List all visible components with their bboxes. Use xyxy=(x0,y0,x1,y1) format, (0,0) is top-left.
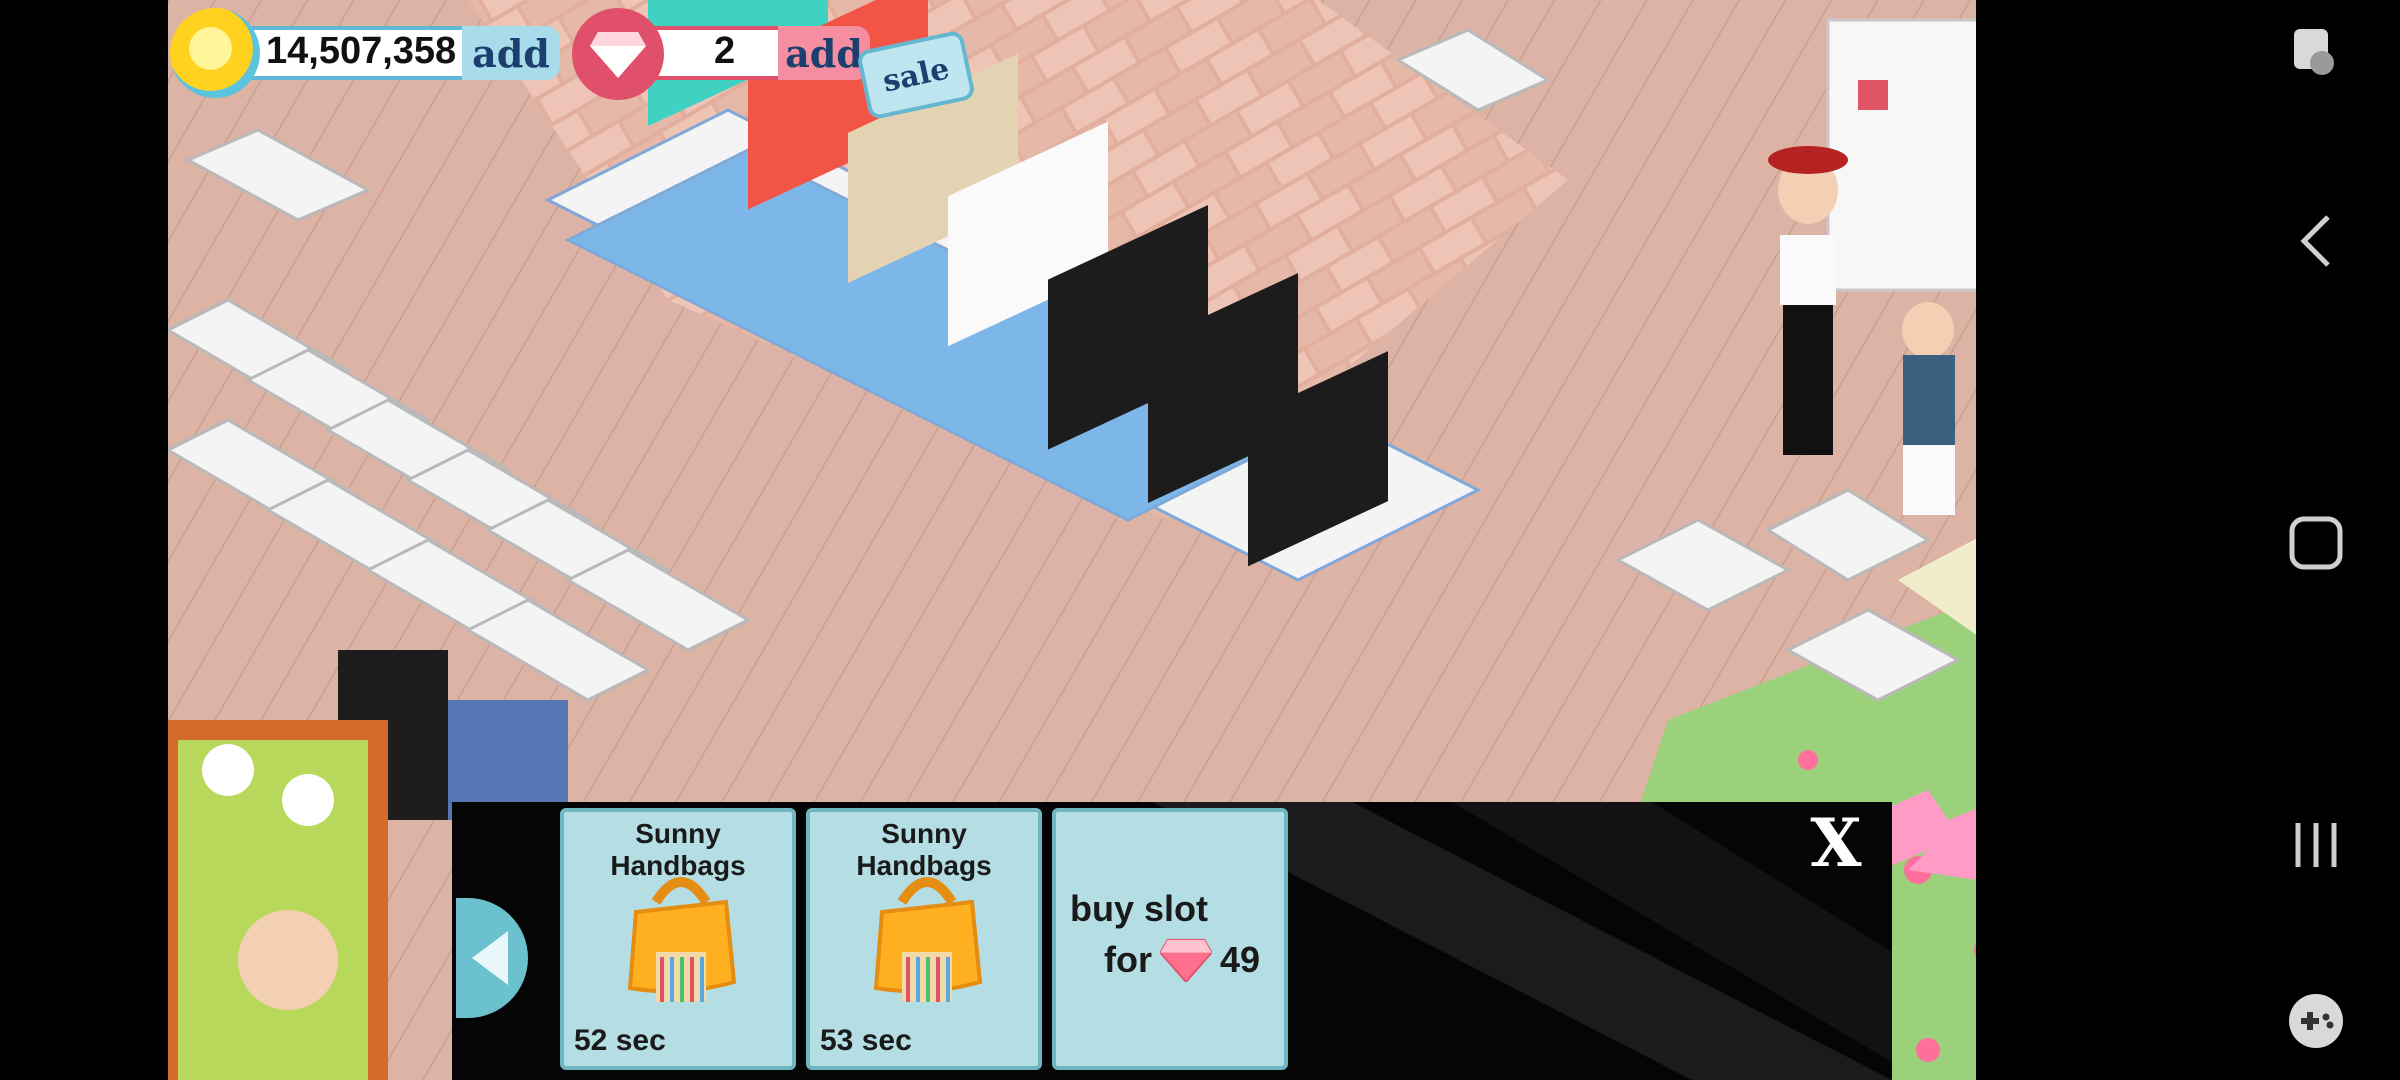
sale-label: sale xyxy=(879,50,953,100)
handbag-icon xyxy=(627,877,737,1002)
close-tray-button[interactable]: X xyxy=(1796,804,1876,882)
touch-lock-icon xyxy=(2294,29,2334,75)
buy-slot-label: buy slot xyxy=(1070,888,1209,929)
buy-slot-button[interactable]: buy slot for 49 xyxy=(1052,808,1288,1070)
game-tools-button[interactable] xyxy=(2256,966,2376,1076)
game-tools-icon xyxy=(2289,994,2343,1048)
handbag-icon xyxy=(873,877,983,1002)
slot-timer: 53 sec xyxy=(820,1024,912,1057)
production-slot[interactable]: Sunny Handbags 52 sec xyxy=(560,808,796,1070)
gem-icon xyxy=(572,8,664,100)
recents-button[interactable] xyxy=(2256,790,2376,900)
add-gems-label: add xyxy=(785,30,863,76)
system-nav-bar xyxy=(1976,0,2400,1080)
add-coins-button[interactable]: add xyxy=(462,26,560,80)
back-button[interactable] xyxy=(2256,186,2376,296)
arrow-left-icon xyxy=(472,931,508,985)
buy-slot-for-text: for xyxy=(1104,939,1152,980)
add-coins-label: add xyxy=(472,30,550,76)
close-icon: X xyxy=(1810,804,1862,882)
coin-icon xyxy=(170,8,260,98)
buy-slot-price: 49 xyxy=(1220,939,1261,980)
coin-amount: 14,507,358 xyxy=(266,30,457,72)
gem-icon xyxy=(1160,938,1212,982)
production-slot[interactable]: Sunny Handbags 53 sec xyxy=(806,808,1042,1070)
recents-icon xyxy=(2295,823,2337,867)
back-icon xyxy=(2300,215,2330,267)
buy-slot-price-row: for 49 xyxy=(1104,938,1260,982)
home-button[interactable] xyxy=(2256,488,2376,598)
touch-lock-button[interactable] xyxy=(2256,0,2376,110)
add-gems-button[interactable]: add xyxy=(778,26,870,80)
slot-timer: 52 sec xyxy=(574,1024,666,1057)
home-icon xyxy=(2289,516,2343,570)
gem-amount: 2 xyxy=(714,30,736,72)
